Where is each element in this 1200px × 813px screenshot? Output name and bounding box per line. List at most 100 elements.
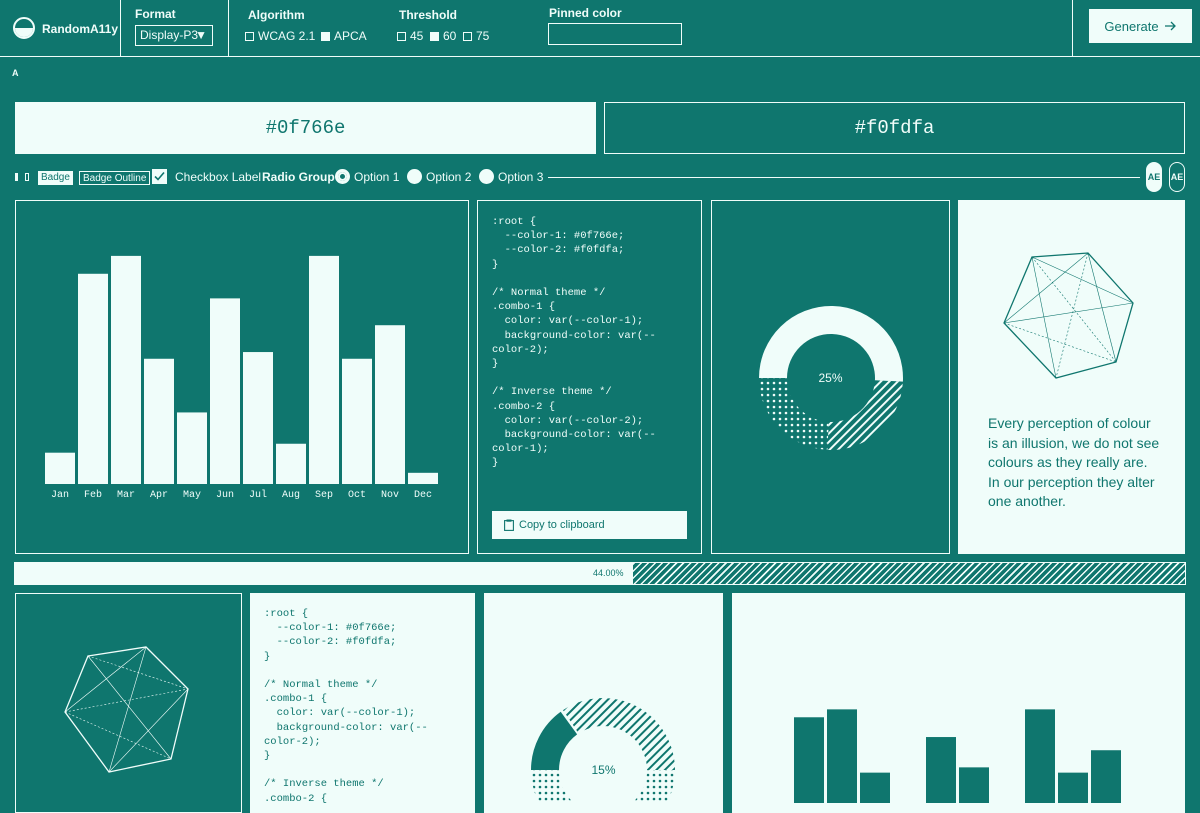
checkbox-checked[interactable] <box>321 31 330 41</box>
color-swatch-1[interactable]: #0f766e <box>15 102 596 154</box>
x-tick-label: Aug <box>282 490 300 501</box>
copy-label: Copy to clipboard <box>519 519 605 531</box>
checkbox[interactable] <box>463 31 472 41</box>
threshold-option-75[interactable]: 75 <box>463 29 489 43</box>
bar <box>827 709 857 803</box>
divider <box>1072 0 1073 56</box>
avatar-outline[interactable]: AE <box>1169 162 1185 192</box>
toggle-icon[interactable] <box>15 173 18 181</box>
bar <box>177 412 207 484</box>
x-tick-label: Nov <box>381 490 399 501</box>
bar <box>243 352 273 484</box>
bar <box>309 255 339 484</box>
algorithm-option-apca[interactable]: APCA <box>321 29 367 43</box>
checkbox-label: Checkbox Label <box>175 170 262 184</box>
avatar[interactable]: AE <box>1146 162 1162 192</box>
copy-to-clipboard-button[interactable]: Copy to clipboard <box>492 511 687 539</box>
color-swatch-2[interactable]: #f0fdfa <box>604 102 1185 154</box>
threshold-option-60[interactable]: 60 <box>430 29 456 43</box>
x-tick-label: Jun <box>216 490 234 501</box>
donut-chart-panel-light: 15% <box>484 593 723 813</box>
app-logo[interactable] <box>13 17 35 39</box>
threshold-option-45[interactable]: 45 <box>397 29 423 43</box>
x-tick-label: Mar <box>117 490 135 501</box>
half-circle-icon <box>15 28 33 37</box>
radio-option-2-label: Option 2 <box>426 170 472 184</box>
bar <box>959 767 989 803</box>
code-panel: :root { --color-1: #0f766e; --color-2: #… <box>477 200 702 554</box>
pinned-color-label: Pinned color <box>549 6 622 20</box>
option-label: 75 <box>476 29 490 43</box>
small-label: A <box>12 68 19 78</box>
bar-chart-panel-light <box>732 593 1185 813</box>
algorithm-option-wcag[interactable]: WCAG 2.1 <box>245 29 315 43</box>
x-tick-label: Apr <box>150 490 168 501</box>
radio-option-1-label: Option 1 <box>354 170 400 184</box>
x-tick-label: May <box>183 490 201 501</box>
progress-fill <box>15 563 633 584</box>
radio-option-2[interactable] <box>407 169 422 184</box>
bar <box>860 772 890 803</box>
radio-option-3-label: Option 3 <box>498 170 544 184</box>
bar <box>375 325 405 484</box>
bar <box>45 452 75 484</box>
generate-button[interactable]: Generate <box>1089 9 1192 43</box>
bar <box>794 717 824 803</box>
radio-option-3[interactable] <box>479 169 494 184</box>
bar <box>926 737 956 803</box>
x-tick-label: Feb <box>84 489 102 501</box>
clipboard-icon <box>504 519 514 531</box>
donut-label: 15% <box>591 763 616 777</box>
bar <box>1058 772 1088 803</box>
polyhedron-panel <box>15 593 242 813</box>
checkbox-checked[interactable] <box>430 31 439 41</box>
radio-option-1[interactable] <box>335 169 350 184</box>
bar-chart-panel: Jan Feb Mar Apr May Jun Jul Aug Sep Oct Nov Dec <box>15 200 469 554</box>
option-label: 45 <box>410 29 424 43</box>
bar <box>342 358 372 484</box>
bar <box>210 298 240 484</box>
option-label: WCAG 2.1 <box>258 29 316 43</box>
polyhedron-illustration <box>1003 252 1134 379</box>
x-tick-label: Oct <box>348 490 366 501</box>
progress-label: 44.00% <box>593 568 624 578</box>
format-select[interactable]: Display-P3 ▼ <box>135 25 213 46</box>
bar <box>144 358 174 484</box>
bar <box>276 443 306 484</box>
bar <box>111 255 141 484</box>
checkbox[interactable] <box>245 31 254 41</box>
generate-label: Generate <box>1104 18 1159 34</box>
progress-bar: 44.00% <box>14 562 1186 585</box>
format-label: Format <box>135 7 176 21</box>
radio-group-label: Radio Group <box>262 170 335 184</box>
badge: Badge <box>38 171 73 185</box>
x-tick-label: Jan <box>51 490 69 501</box>
pinned-color-input[interactable] <box>548 23 682 45</box>
donut-label: 25% <box>818 371 843 385</box>
bar-chart: Jan Feb Mar Apr May Jun Jul Aug Sep Oct Nov Dec <box>45 255 438 501</box>
option-label: 60 <box>443 29 457 43</box>
x-tick-label: Dec <box>414 490 432 501</box>
x-tick-label: Jul <box>249 489 267 501</box>
checkbox[interactable] <box>397 31 406 41</box>
arrow-right-icon <box>1164 21 1176 31</box>
chevron-down-icon: ▼ <box>195 28 207 42</box>
divider <box>228 0 229 56</box>
checkbox-checked[interactable] <box>152 169 167 184</box>
donut-segment-rest <box>759 378 829 450</box>
bar <box>1091 750 1121 803</box>
toggle-outline-icon[interactable] <box>25 173 29 181</box>
color-1-hex: #0f766e <box>265 117 346 139</box>
quote-text: Every perception of colour is an illusio… <box>988 415 1160 509</box>
divider-line <box>548 177 1140 178</box>
css-code: :root { --color-1: #0f766e; --color-2: #… <box>264 608 428 805</box>
bar-chart <box>794 709 1121 803</box>
code-panel-light: :root { --color-1: #0f766e; --color-2: #… <box>250 593 475 813</box>
donut-segment-value <box>827 380 903 450</box>
badge-outline: Badge Outline <box>79 171 151 185</box>
donut-chart-panel: 25% <box>711 200 950 554</box>
bar <box>408 472 438 484</box>
color-2-hex: #f0fdfa <box>854 117 935 139</box>
app-name: RandomA11y <box>42 22 119 36</box>
algorithm-label: Algorithm <box>248 8 305 22</box>
